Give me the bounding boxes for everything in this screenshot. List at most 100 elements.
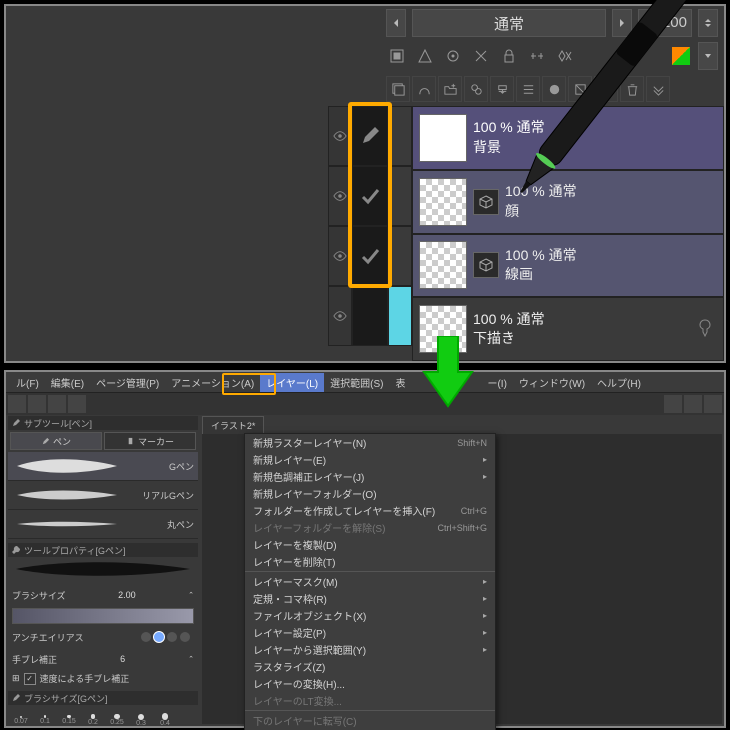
toolbar-button[interactable] <box>68 395 86 413</box>
cube-icon <box>473 189 499 215</box>
opacity-field[interactable]: 100 <box>638 9 692 37</box>
apply-mask-button[interactable] <box>568 76 592 102</box>
context-menu-item[interactable]: 新規レイヤー(E) <box>245 451 495 468</box>
brush-item-gpen[interactable]: Gペン <box>8 452 198 481</box>
draft-icon[interactable] <box>470 45 492 67</box>
color-dropdown[interactable] <box>698 42 718 70</box>
tool-property-palette: ツールプロパティ[Gペン] ブラシサイズ2.00⌃ アンチエイリアス 手ブレ補正… <box>8 543 198 687</box>
layer-text: 100 % 通常顔 <box>505 182 577 221</box>
opacity-stepper[interactable] <box>698 9 718 37</box>
next-blend-button[interactable] <box>612 9 632 37</box>
antialias-options[interactable] <box>137 630 194 644</box>
context-menu-item: レイヤーのLT変換... <box>245 692 495 709</box>
menu-animation[interactable]: アニメーション(A) <box>165 373 260 392</box>
visibility-toggle[interactable] <box>328 166 352 226</box>
brush-size-preset[interactable]: 0.3 <box>130 707 152 730</box>
pin-icon <box>695 318 717 340</box>
context-menu-item[interactable]: レイヤーの変換(H)... <box>245 675 495 692</box>
brush-size-preset[interactable]: 0.07 <box>10 707 32 730</box>
brush-item-marupen[interactable]: 丸ペン <box>8 510 198 539</box>
visibility-toggle[interactable] <box>328 106 352 166</box>
edit-marker-cell[interactable] <box>352 166 388 226</box>
toolbar-button[interactable] <box>684 395 702 413</box>
brush-size-value[interactable]: 2.00 <box>118 590 136 600</box>
new-folder-button[interactable] <box>438 76 462 102</box>
context-menu-item[interactable]: レイヤーから選択範囲(Y) <box>245 641 495 658</box>
layer-row[interactable]: 100 % 通常線画 <box>412 234 724 298</box>
context-menu-item[interactable]: ファイルオブジェクト(X) <box>245 607 495 624</box>
transfer-button[interactable] <box>490 76 514 102</box>
fx-icon[interactable] <box>554 45 576 67</box>
prev-blend-button[interactable] <box>386 9 406 37</box>
edit-marker-cell[interactable] <box>352 106 388 166</box>
visibility-toggle[interactable] <box>328 286 352 346</box>
stroke-preview <box>12 513 122 535</box>
merge-button[interactable] <box>516 76 540 102</box>
brush-item-realgpen[interactable]: リアルGペン <box>8 481 198 510</box>
context-menu-item[interactable]: レイヤーマスク(M) <box>245 573 495 590</box>
context-menu-item[interactable]: 新規色調補正レイヤー(J) <box>245 468 495 485</box>
mask-icon[interactable] <box>414 45 436 67</box>
double-arrow-button[interactable] <box>646 76 670 102</box>
visibility-toggle[interactable] <box>328 226 352 286</box>
menu-edit[interactable]: 編集(E) <box>45 373 90 392</box>
toolbar-button[interactable] <box>704 395 722 413</box>
lock-icon[interactable] <box>498 45 520 67</box>
menu-page[interactable]: ページ管理(P) <box>90 373 165 392</box>
toolbar-button[interactable] <box>28 395 46 413</box>
document-tab[interactable]: イラスト2* <box>202 416 264 435</box>
toolbar-button[interactable] <box>48 395 66 413</box>
menu-file[interactable]: ル(F) <box>10 373 45 392</box>
ruler-button[interactable] <box>594 76 618 102</box>
menu-filter[interactable]: ー(I) <box>481 373 512 392</box>
new-adjust-button[interactable] <box>464 76 488 102</box>
edit-marker-cell[interactable] <box>352 286 388 346</box>
expand-icon: ⊞ <box>12 673 20 684</box>
context-menu-item[interactable]: ラスタライズ(Z) <box>245 658 495 675</box>
context-menu-item[interactable]: レイヤー設定(P) <box>245 624 495 641</box>
blend-mode-dropdown[interactable]: 通常 <box>412 9 606 37</box>
toolbar-button[interactable] <box>664 395 682 413</box>
layer-row[interactable]: 100 % 通常顔 <box>412 170 724 234</box>
menu-view[interactable]: 表 <box>389 373 411 392</box>
check-icon <box>360 186 380 206</box>
context-menu-item[interactable]: フォルダーを作成してレイヤーを挿入(F)Ctrl+G <box>245 502 495 519</box>
brush-size-slider[interactable] <box>12 608 194 624</box>
brush-size-preset[interactable]: 0.1 <box>34 707 56 730</box>
toolbar-button[interactable] <box>8 395 26 413</box>
edit-marker-cell[interactable] <box>352 226 388 286</box>
subtool-tab-pen[interactable]: ペン <box>10 432 102 450</box>
speed-stabilize-row[interactable]: ⊞✓速度による手ブレ補正 <box>8 670 198 687</box>
context-menu-item[interactable]: 定規・コマ枠(R) <box>245 590 495 607</box>
context-menu-item[interactable]: 新規レイヤーフォルダー(O) <box>245 485 495 502</box>
brush-size-preset[interactable]: 0.25 <box>106 707 128 730</box>
stabilize-row: 手ブレ補正6⌃ <box>8 648 198 670</box>
layer-row[interactable]: 100 % 通常背景 <box>412 106 724 170</box>
brush-size-preset[interactable]: 0.15 <box>58 707 80 730</box>
delete-layer-button[interactable] <box>620 76 644 102</box>
new-vector-button[interactable] <box>412 76 436 102</box>
context-menu-item[interactable]: レイヤーを複製(D) <box>245 536 495 553</box>
layer-text: 100 % 通常背景 <box>473 118 545 157</box>
layer-color-swatch[interactable] <box>670 45 692 67</box>
blend-mode-row: 通常 100 <box>328 6 724 40</box>
brush-size-preset[interactable]: 0.4 <box>154 707 176 730</box>
layer-rows: 100 % 通常背景 100 % 通常顔 100 % 通常線画 100 % 通常… <box>412 106 724 361</box>
menu-window[interactable]: ウィンドウ(W) <box>513 373 591 392</box>
checkbox[interactable]: ✓ <box>24 673 36 685</box>
stabilize-value[interactable]: 6 <box>120 654 125 664</box>
link-icon[interactable] <box>526 45 548 67</box>
context-menu-item[interactable]: レイヤーを削除(T) <box>245 553 495 570</box>
toolbar <box>6 393 724 415</box>
visibility-column <box>328 106 352 361</box>
new-raster-button[interactable] <box>386 76 410 102</box>
clip-icon[interactable] <box>386 45 408 67</box>
ref-icon[interactable] <box>442 45 464 67</box>
menu-help[interactable]: ヘルプ(H) <box>591 373 647 392</box>
mask-button[interactable] <box>542 76 566 102</box>
context-menu-item[interactable]: 新規ラスターレイヤー(N)Shift+N <box>245 434 495 451</box>
menu-selection[interactable]: 選択範囲(S) <box>324 373 389 392</box>
subtool-tab-marker[interactable]: マーカー <box>104 432 196 450</box>
menu-layer[interactable]: レイヤー(L) <box>260 373 324 392</box>
brush-size-preset[interactable]: 0.2 <box>82 707 104 730</box>
